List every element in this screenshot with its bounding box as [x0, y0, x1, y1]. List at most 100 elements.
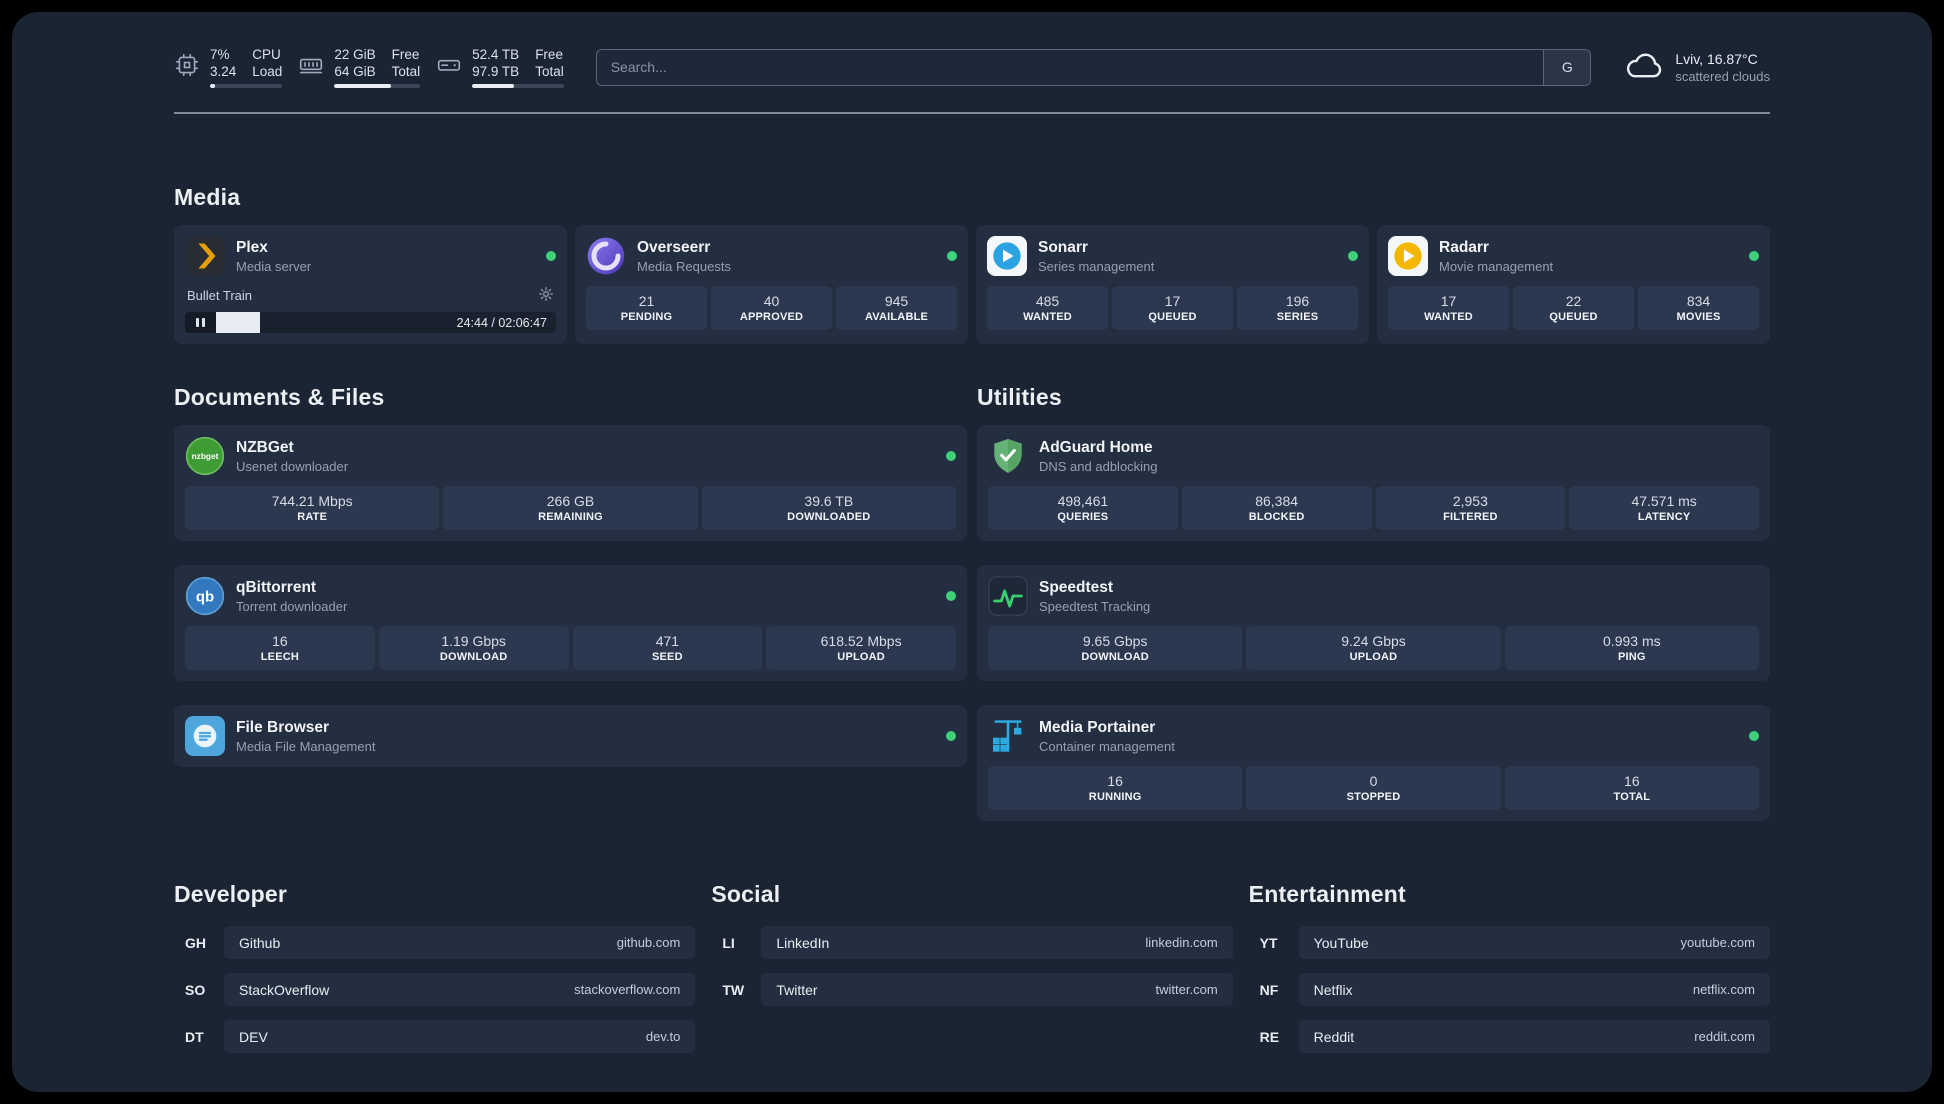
speedtest-graph-icon — [988, 576, 1028, 616]
stat-queued: 22 QUEUED — [1513, 286, 1634, 330]
adguard-shield-icon — [988, 436, 1028, 476]
disk-total-label: Total — [535, 64, 564, 79]
stat-total: 16 TOTAL — [1504, 766, 1759, 810]
disk-total-value: 97.9 TB — [472, 64, 520, 79]
plex-icon — [185, 236, 225, 276]
section-title-developer: Developer — [174, 881, 288, 907]
settings-gear-icon[interactable] — [538, 286, 554, 305]
playback-progress-bar[interactable]: 24:44 / 02:06:47 — [185, 312, 556, 333]
playback-time: 24:44 / 02:06:47 — [456, 315, 547, 330]
stat-seed: 471 SEED — [572, 626, 763, 670]
stat-upload: 618.52 Mbps UPLOAD — [766, 626, 956, 670]
service-card-speedtest[interactable]: Speedtest Speedtest Tracking 9.65 Gbps D… — [977, 565, 1770, 681]
bookmark-twitter[interactable]: TW Twitter twitter.com — [711, 973, 1233, 1006]
service-name: Radarr — [1439, 238, 1489, 256]
service-card-filebrowser[interactable]: File Browser Media File Management — [174, 705, 967, 767]
service-card-overseerr[interactable]: Overseerr Media Requests 21 PENDING 40 A… — [575, 225, 968, 344]
memory-free-value: 22 GiB — [334, 47, 376, 62]
cloud-icon — [1623, 49, 1665, 86]
service-card-radarr[interactable]: Radarr Movie management 17 WANTED 22 QUE… — [1377, 225, 1770, 344]
stat-downloaded: 39.6 TB DOWNLOADED — [701, 486, 956, 530]
status-dot — [947, 251, 957, 261]
radarr-icon — [1388, 236, 1428, 276]
stat-rate: 744.21 Mbps RATE — [185, 486, 440, 530]
cpu-chip-icon — [174, 52, 200, 83]
sonarr-icon — [987, 236, 1027, 276]
search-input[interactable] — [595, 48, 1592, 86]
status-dot — [946, 451, 956, 461]
bookmark-stackoverflow[interactable]: SO StackOverflow stackoverflow.com — [174, 973, 696, 1006]
nzbget-icon: nzbget — [185, 436, 225, 476]
section-title-utilities: Utilities — [977, 384, 1062, 410]
stat-upload: 9.24 Gbps UPLOAD — [1246, 626, 1501, 670]
search-engine-button[interactable]: G — [1543, 49, 1591, 85]
qbittorrent-icon: qb — [185, 576, 225, 616]
service-card-adguard[interactable]: AdGuard Home DNS and adblocking 498,461 … — [977, 425, 1770, 541]
topbar-divider — [174, 112, 1770, 114]
stat-queued: 17 QUEUED — [1112, 286, 1233, 330]
stat-download: 1.19 Gbps DOWNLOAD — [378, 626, 569, 670]
section-documents: Documents & Files nzbget NZBGet Usenet d… — [174, 384, 967, 821]
bookmark-netflix[interactable]: NF Netflix netflix.com — [1249, 973, 1770, 1006]
cpu-load-value: 3.24 — [210, 64, 237, 79]
service-name: AdGuard Home — [1039, 438, 1153, 456]
cpu-usage-value: 7% — [210, 47, 230, 62]
bookmark-group-social: Social LI LinkedIn linkedin.com TW Twitt… — [711, 881, 1233, 1053]
stat-download: 9.65 Gbps DOWNLOAD — [988, 626, 1243, 670]
bookmark-group-developer: Developer GH Github github.com SO StackO… — [174, 881, 696, 1053]
stat-wanted: 485 WANTED — [987, 286, 1108, 330]
bookmark-reddit[interactable]: RE Reddit reddit.com — [1249, 1020, 1770, 1053]
service-name: Speedtest — [1039, 578, 1114, 596]
bookmark-youtube[interactable]: YT YouTube youtube.com — [1249, 926, 1770, 959]
memory-total-value: 64 GiB — [334, 64, 376, 79]
cpu-load-label: Load — [252, 64, 283, 79]
hard-drive-icon — [436, 52, 462, 83]
section-title-entertainment: Entertainment — [1248, 881, 1406, 907]
service-subtitle: DNS and adblocking — [1039, 458, 1158, 474]
stat-series: 196 SERIES — [1237, 286, 1358, 330]
bookmark-linkedin[interactable]: LI LinkedIn linkedin.com — [711, 926, 1233, 959]
overseerr-icon — [586, 236, 626, 276]
section-utilities: Utilities AdGuard Home DNS and adblockin… — [977, 384, 1770, 821]
status-dot — [1348, 251, 1358, 261]
stat-running: 16 RUNNING — [988, 766, 1243, 810]
status-dot — [1749, 731, 1759, 741]
now-playing-title: Bullet Train — [187, 287, 253, 303]
stat-queries: 498,461 QUERIES — [988, 486, 1178, 530]
status-dot — [946, 591, 956, 601]
section-title-social: Social — [711, 881, 781, 907]
stat-wanted: 17 WANTED — [1388, 286, 1509, 330]
dashboard-frame: 7% 3.24 CPU Load 22 GiB 64 GiB Free Tota… — [12, 12, 1932, 1092]
cpu-usage-bar — [210, 84, 283, 88]
section-title-media: Media — [174, 184, 241, 210]
top-bar: 7% 3.24 CPU Load 22 GiB 64 GiB Free Tota… — [174, 46, 1770, 88]
service-name: File Browser — [236, 718, 330, 736]
status-dot — [946, 731, 956, 741]
svg-text:nzbget: nzbget — [192, 451, 219, 461]
stat-ping: 0.993 ms PING — [1504, 626, 1759, 670]
section-media: Media Plex Media server Bullet Train 24:… — [174, 184, 1770, 344]
stat-blocked: 86,384 BLOCKED — [1181, 486, 1372, 530]
stat-stopped: 0 STOPPED — [1246, 766, 1501, 810]
bookmark-dev[interactable]: DT DEV dev.to — [174, 1020, 696, 1053]
bookmark-github[interactable]: GH Github github.com — [174, 926, 696, 959]
service-card-nzbget[interactable]: nzbget NZBGet Usenet downloader 744.21 M… — [174, 425, 967, 541]
service-card-plex[interactable]: Plex Media server Bullet Train 24:44 / 0… — [174, 225, 567, 344]
memory-widget: 22 GiB 64 GiB Free Total — [298, 46, 421, 88]
status-dot — [1749, 251, 1759, 261]
service-card-portainer[interactable]: Media Portainer Container management 16 … — [977, 705, 1770, 821]
service-subtitle: Usenet downloader — [236, 458, 349, 474]
pause-button[interactable] — [185, 312, 216, 333]
service-subtitle: Speedtest Tracking — [1039, 598, 1151, 614]
service-subtitle: Media File Management — [236, 738, 376, 754]
weather-location: Lviv, 16.87°C — [1675, 50, 1758, 67]
status-dot — [546, 251, 556, 261]
memory-free-label: Free — [391, 47, 420, 62]
memory-icon — [298, 52, 324, 83]
weather-widget[interactable]: Lviv, 16.87°C scattered clouds — [1623, 49, 1770, 86]
service-card-sonarr[interactable]: Sonarr Series management 485 WANTED 17 Q… — [976, 225, 1369, 344]
stat-leech: 16 LEECH — [185, 626, 375, 670]
service-card-qbittorrent[interactable]: qb qBittorrent Torrent downloader 16 LEE… — [174, 565, 967, 681]
stat-remaining: 266 GB REMAINING — [443, 486, 698, 530]
service-subtitle: Media Requests — [637, 258, 731, 274]
